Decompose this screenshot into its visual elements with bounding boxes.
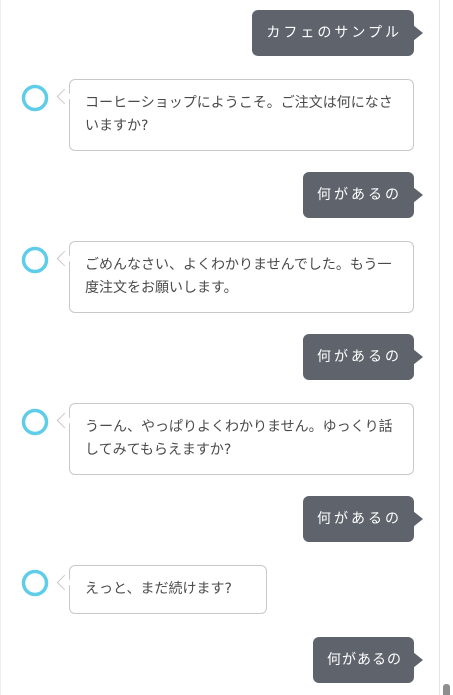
scrollbar-thumb[interactable]: [443, 684, 450, 695]
assistant-ring-icon: [21, 246, 49, 274]
assistant-ring-icon: [21, 569, 49, 597]
user-message-bubble: 何があるの: [303, 496, 423, 542]
assistant-ring-icon: [21, 408, 49, 436]
user-message-bubble: 何があるの: [303, 172, 423, 218]
assistant-ring-icon: [21, 84, 49, 112]
bot-message-bubble: えっと、まだ続けます?: [69, 565, 267, 614]
chat-transcript: カフェのサンプル コーヒーショップにようこそ。ご注文は何になさいますか? 何があ…: [0, 0, 440, 695]
bot-message-bubble: ごめんなさい、よくわかりませんでした。もう一度注文をお願いします。: [69, 241, 414, 313]
user-message-bubble: 何があるの: [313, 637, 423, 683]
user-message-bubble: カフェのサンプル: [252, 10, 423, 56]
user-message-bubble: 何があるの: [303, 334, 423, 380]
bot-message-bubble: うーん、やっぱりよくわかりません。ゆっくり話してみてもらえますか?: [69, 403, 414, 475]
bot-message-bubble: コーヒーショップにようこそ。ご注文は何になさいますか?: [69, 79, 414, 151]
